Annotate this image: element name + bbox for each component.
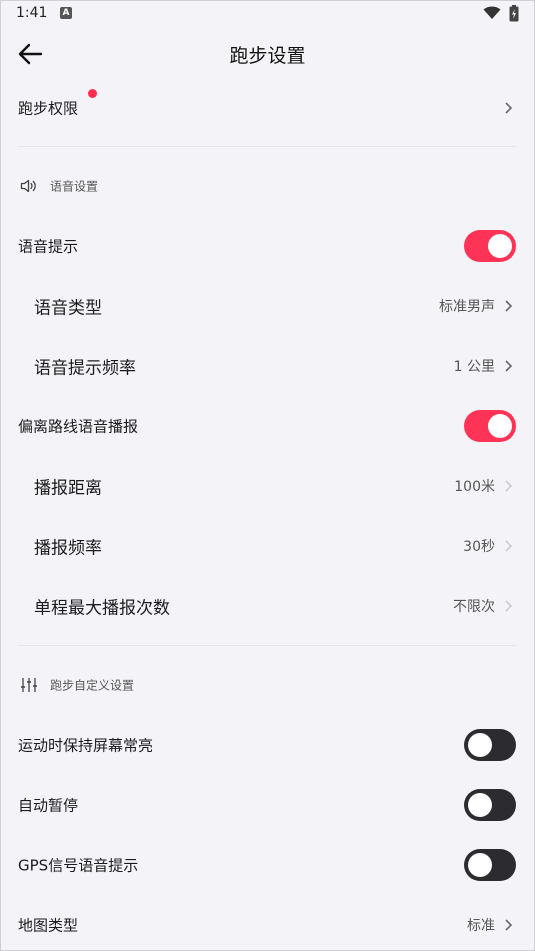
- toggle-knob: [488, 414, 512, 438]
- chevron-right-icon: [505, 600, 513, 612]
- broadcast-distance-row[interactable]: 播报距离 100米: [0, 456, 535, 516]
- voice-settings-title: 语音设置: [50, 179, 99, 194]
- broadcast-frequency-label: 播报频率: [34, 538, 102, 559]
- voice-settings-header: 语音设置: [0, 171, 535, 201]
- divider: [18, 645, 517, 646]
- running-permissions-row[interactable]: 跑步权限: [0, 78, 535, 138]
- map-type-value: 标准: [467, 918, 495, 934]
- broadcast-distance-label: 播报距离: [34, 478, 102, 499]
- app-bar: 跑步设置: [0, 28, 535, 80]
- chevron-right-icon: [505, 300, 513, 312]
- max-broadcasts-label: 单程最大播报次数: [34, 598, 170, 619]
- chevron-right-icon: [505, 102, 513, 114]
- keep-screen-on-toggle[interactable]: [464, 729, 516, 761]
- auto-pause-label: 自动暂停: [18, 796, 79, 815]
- keep-screen-on-row: 运动时保持屏幕常亮: [0, 715, 535, 775]
- battery-icon: [509, 5, 519, 22]
- custom-settings-header: 跑步自定义设置: [0, 670, 535, 700]
- divider: [18, 146, 517, 147]
- status-bar: 1:41 A: [0, 0, 535, 28]
- off-route-broadcast-toggle[interactable]: [464, 410, 516, 442]
- voice-prompt-toggle[interactable]: [464, 230, 516, 262]
- chevron-right-icon: [505, 360, 513, 372]
- map-type-row[interactable]: 地图类型 标准: [0, 895, 535, 951]
- off-route-broadcast-label: 偏离路线语音播报: [18, 417, 139, 436]
- gps-voice-prompt-row: GPS信号语音提示: [0, 835, 535, 895]
- broadcast-frequency-value: 30秒: [463, 539, 495, 555]
- gps-voice-prompt-label: GPS信号语音提示: [18, 856, 139, 875]
- voice-type-value: 标准男声: [439, 299, 495, 315]
- custom-settings-title: 跑步自定义设置: [50, 678, 135, 693]
- map-type-label: 地图类型: [18, 916, 79, 935]
- voice-prompt-frequency-label: 语音提示频率: [34, 358, 136, 379]
- wifi-icon: [483, 6, 501, 19]
- page-title: 跑步设置: [229, 45, 306, 67]
- voice-type-row[interactable]: 语音类型 标准男声: [0, 276, 535, 336]
- voice-type-label: 语音类型: [34, 298, 102, 319]
- auto-pause-row: 自动暂停: [0, 775, 535, 835]
- voice-prompt-row: 语音提示: [0, 216, 535, 276]
- toggle-knob: [468, 793, 492, 817]
- keep-screen-on-label: 运动时保持屏幕常亮: [18, 736, 154, 755]
- broadcast-distance-value: 100米: [454, 479, 495, 495]
- chevron-right-icon: [505, 919, 513, 931]
- broadcast-frequency-row[interactable]: 播报频率 30秒: [0, 516, 535, 576]
- voice-prompt-label: 语音提示: [18, 237, 79, 256]
- toggle-knob: [468, 733, 492, 757]
- status-time: 1:41: [16, 5, 48, 21]
- chevron-right-icon: [505, 540, 513, 552]
- chevron-right-icon: [505, 480, 513, 492]
- sliders-icon: [21, 678, 37, 692]
- max-broadcasts-row[interactable]: 单程最大播报次数 不限次: [0, 576, 535, 636]
- gps-voice-prompt-toggle[interactable]: [464, 849, 516, 881]
- speaker-icon: [20, 179, 36, 193]
- toggle-knob: [468, 853, 492, 877]
- running-permissions-label: 跑步权限: [18, 99, 79, 118]
- auto-pause-toggle[interactable]: [464, 789, 516, 821]
- max-broadcasts-value: 不限次: [453, 599, 495, 615]
- voice-prompt-frequency-row[interactable]: 语音提示频率 1 公里: [0, 336, 535, 396]
- off-route-broadcast-row: 偏离路线语音播报: [0, 396, 535, 456]
- notification-a-icon: A: [60, 7, 72, 19]
- toggle-knob: [488, 234, 512, 258]
- voice-prompt-frequency-value: 1 公里: [453, 359, 495, 375]
- new-badge-dot: [88, 89, 97, 98]
